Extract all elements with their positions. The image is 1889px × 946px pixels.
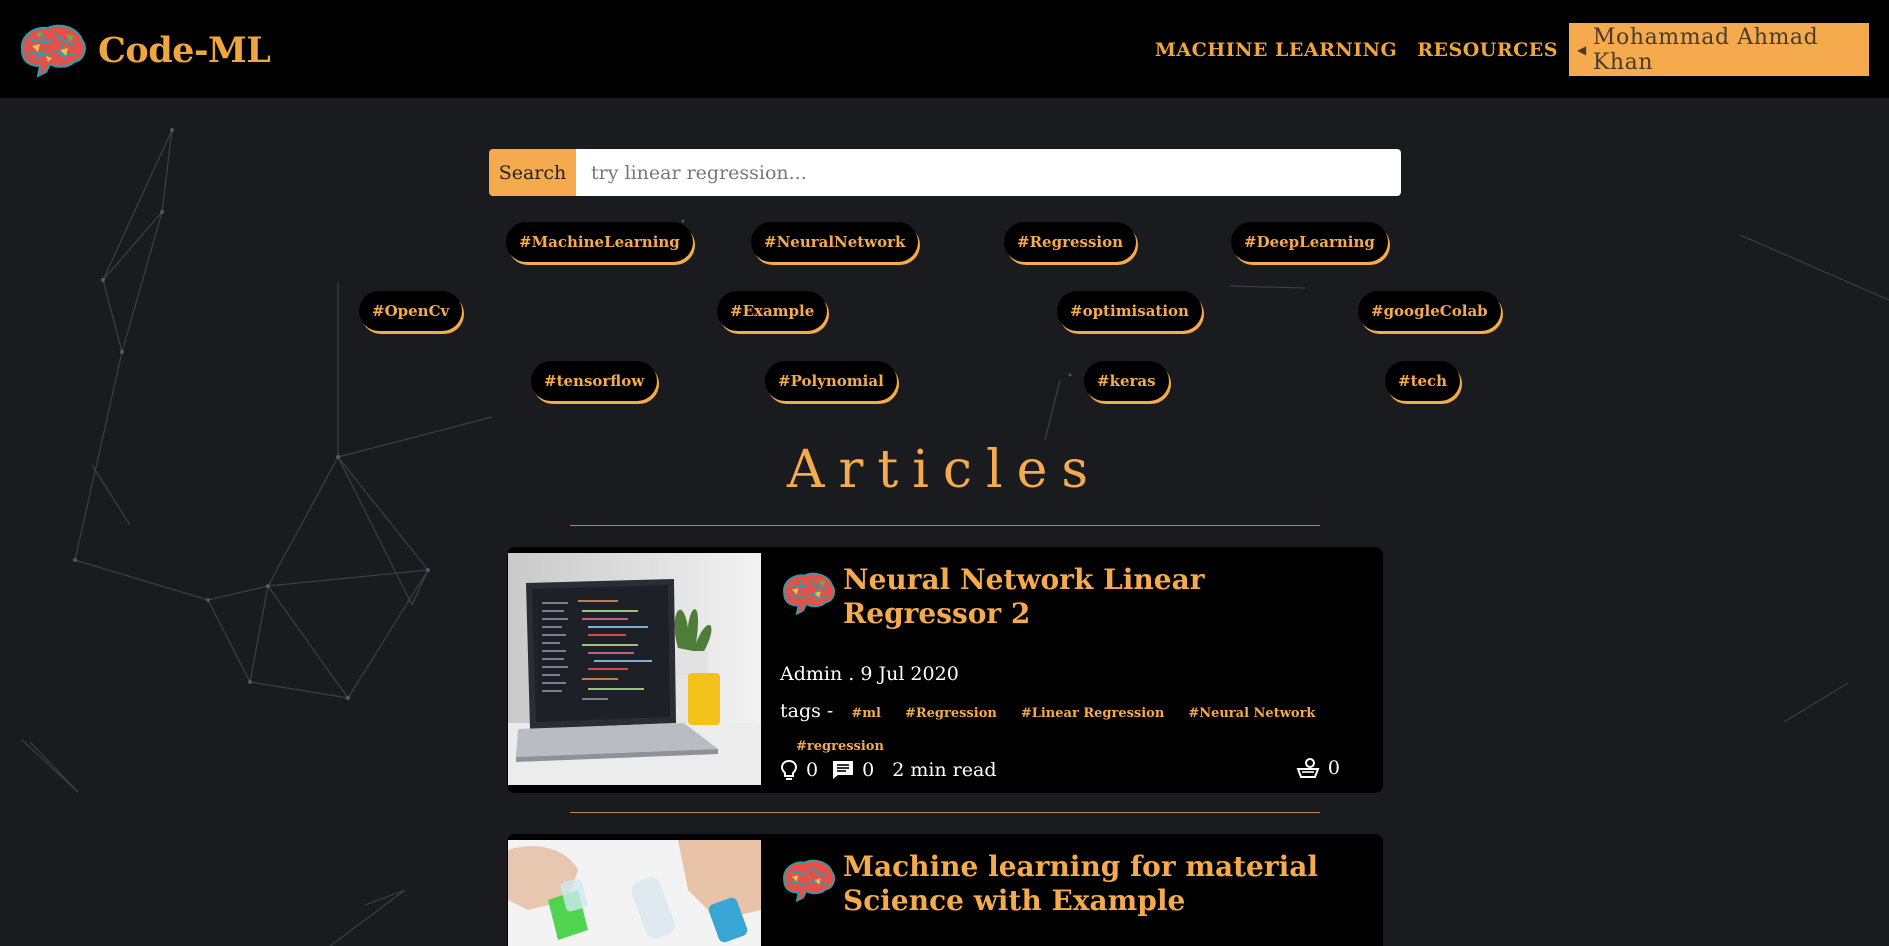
divider (570, 525, 1320, 526)
caret-left-icon: ◀ (1577, 42, 1587, 57)
article-tag[interactable]: #Regression (905, 706, 997, 721)
article-card[interactable]: Machine learning for material Science wi… (507, 834, 1383, 946)
divider (570, 812, 1320, 813)
article-author-date: Admin . 9 Jul 2020 (780, 663, 959, 685)
hashtag-deeplearning[interactable]: #DeepLearning (1231, 222, 1388, 262)
hashtag-tech[interactable]: #tech (1385, 361, 1461, 401)
brand-logo-link[interactable]: Code-ML (16, 20, 271, 80)
article-tag[interactable]: #regression (796, 739, 884, 754)
nav-link-resources[interactable]: RESOURCES (1417, 39, 1558, 61)
article-thumbnail-laptop (508, 553, 761, 785)
article-thumbnail-lab (508, 840, 761, 946)
brand-name: Code-ML (98, 29, 271, 71)
laptop-image (508, 553, 761, 785)
views-group: 0 (1296, 757, 1340, 779)
article-title[interactable]: Neural Network Linear Regressor 2 (843, 563, 1363, 631)
hashtag-keras[interactable]: #keras (1084, 361, 1169, 401)
hashtag-googlecolab[interactable]: #googleColab (1358, 291, 1501, 331)
articles-heading: Articles (786, 440, 1103, 500)
hashtag-machinelearning[interactable]: #MachineLearning (506, 222, 693, 262)
comments-count: 0 (862, 759, 875, 781)
views-count: 0 (1327, 757, 1340, 779)
likes-count: 0 (806, 759, 819, 781)
hashtag-tensorflow[interactable]: #tensorflow (531, 361, 658, 401)
article-stats: 0 0 2 min read 0 (780, 757, 1340, 783)
user-menu-button[interactable]: ◀ Mohammad Ahmad Khan (1569, 23, 1869, 76)
article-tag[interactable]: #Neural Network (1188, 706, 1315, 721)
lightbulb-icon[interactable] (780, 759, 798, 781)
brain-logo-icon (20, 24, 86, 78)
article-tag[interactable]: #ml (851, 706, 881, 721)
article-tags: tags - #ml #Regression #Linear Regression #N… (780, 696, 1340, 762)
hashtag-regression[interactable]: #Regression (1004, 222, 1137, 262)
read-time: 2 min read (892, 759, 997, 781)
top-navbar: Code-ML MACHINE LEARNING RESOURCES ◀ Moh… (0, 0, 1889, 98)
comment-icon[interactable] (832, 760, 854, 780)
hashtag-example[interactable]: #Example (717, 291, 828, 331)
hashtag-neuralnetwork[interactable]: #NeuralNetwork (751, 222, 919, 262)
lab-image (508, 840, 761, 946)
search-button[interactable]: Search (489, 149, 576, 196)
search-bar: Search (489, 149, 1401, 196)
hashtag-polynomial[interactable]: #Polynomial (765, 361, 897, 401)
hashtag-opencv[interactable]: #OpenCv (359, 291, 463, 331)
reader-icon (1296, 757, 1320, 779)
article-card[interactable]: Neural Network Linear Regressor 2 Admin … (507, 547, 1383, 793)
article-tag[interactable]: #Linear Regression (1021, 706, 1164, 721)
nav-links: MACHINE LEARNING RESOURCES ◀ Mohammad Ah… (1155, 23, 1869, 76)
article-title[interactable]: Machine learning for material Science wi… (843, 850, 1363, 918)
tags-label: tags - (780, 700, 834, 722)
hashtag-optimisation[interactable]: #optimisation (1057, 291, 1202, 331)
nav-link-machine-learning[interactable]: MACHINE LEARNING (1155, 39, 1397, 61)
search-input[interactable] (576, 149, 1401, 196)
brain-logo-icon (783, 859, 835, 903)
user-name: Mohammad Ahmad Khan (1592, 24, 1819, 75)
brain-logo-icon (783, 572, 835, 616)
